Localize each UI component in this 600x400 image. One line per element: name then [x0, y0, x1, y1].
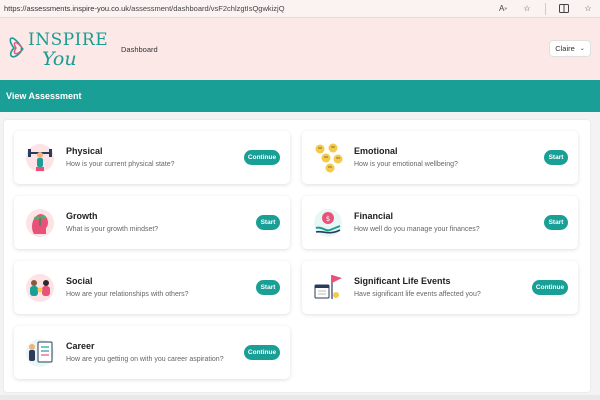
card-title: Significant Life Events	[354, 276, 451, 286]
card-subtitle: Have significant life events affected yo…	[354, 291, 481, 298]
page-title-bar: View Assessment	[0, 80, 600, 112]
card-title: Physical	[66, 146, 103, 156]
card-subtitle: How is your emotional wellbeing?	[354, 161, 458, 168]
continue-button[interactable]: Continue	[244, 345, 280, 360]
page-bottom-edge	[0, 395, 600, 400]
card-subtitle: How well do you manage your finances?	[354, 226, 480, 233]
user-menu-dropdown[interactable]: Claire ⌄	[549, 40, 591, 57]
assessment-card-emotional[interactable]: Emotional How is your emotional wellbein…	[302, 131, 578, 184]
page-title: View Assessment	[6, 91, 82, 101]
chevron-down-icon: ⌄	[579, 46, 585, 52]
assessment-panel: Physical How is your current physical st…	[4, 120, 590, 392]
physical-illustration-icon	[26, 144, 54, 172]
life-events-illustration-icon	[314, 275, 342, 299]
assessment-card-financial[interactable]: $ Financial How well do you manage your …	[302, 196, 578, 249]
card-title: Financial	[354, 211, 394, 221]
browser-toolbar: https://assessments.inspire-you.co.uk/as…	[0, 0, 600, 18]
financial-illustration-icon: $	[314, 209, 342, 237]
logo-text-you: You	[42, 48, 77, 70]
card-subtitle: How is your current physical state?	[66, 161, 175, 168]
card-title: Growth	[66, 211, 98, 221]
inspire-you-logo[interactable]: INSPIRE You	[6, 24, 108, 76]
split-screen-icon[interactable]	[558, 3, 570, 15]
start-button[interactable]: Start	[544, 215, 568, 230]
svg-text:$: $	[326, 215, 330, 223]
url-path: /assessment/dashboard/vsF2chlzgtIsQgwkiz…	[129, 4, 285, 13]
social-illustration-icon	[26, 274, 54, 302]
card-title: Career	[66, 341, 95, 351]
growth-illustration-icon	[26, 209, 54, 237]
nav-dashboard-link[interactable]: Dashboard	[121, 45, 158, 54]
favorites-icon[interactable]: ☆	[582, 3, 594, 15]
card-title: Emotional	[354, 146, 398, 156]
emotional-illustration-icon	[315, 143, 343, 173]
start-button[interactable]: Start	[256, 215, 280, 230]
card-subtitle: What is your growth mindset?	[66, 226, 159, 233]
start-button[interactable]: Start	[544, 150, 568, 165]
logo-text-inspire: INSPIRE	[28, 30, 109, 50]
site-header: INSPIRE You Dashboard Claire ⌄	[0, 18, 600, 80]
toolbar-divider	[545, 2, 546, 15]
assessment-card-growth[interactable]: Growth What is your growth mindset? Star…	[14, 196, 290, 249]
favorite-star-icon[interactable]: ☆	[521, 3, 533, 15]
read-aloud-icon[interactable]: A»	[497, 3, 509, 15]
card-subtitle: How are you getting on with you career a…	[66, 356, 224, 363]
card-subtitle: How are your relationships with others?	[66, 291, 189, 298]
career-illustration-icon	[26, 339, 54, 367]
card-title: Social	[66, 276, 93, 286]
assessment-card-social[interactable]: Social How are your relationships with o…	[14, 261, 290, 314]
continue-button[interactable]: Continue	[244, 150, 280, 165]
user-name: Claire	[555, 44, 575, 53]
assessment-card-career[interactable]: Career How are you getting on with you c…	[14, 326, 290, 379]
continue-button[interactable]: Continue	[532, 280, 568, 295]
start-button[interactable]: Start	[256, 280, 280, 295]
assessment-card-significant-life-events[interactable]: Significant Life Events Have significant…	[302, 261, 578, 314]
assessment-card-physical[interactable]: Physical How is your current physical st…	[14, 131, 290, 184]
url-host: https://assessments.inspire-you.co.uk	[4, 4, 130, 13]
address-bar[interactable]: https://assessments.inspire-you.co.uk/as…	[4, 4, 497, 13]
